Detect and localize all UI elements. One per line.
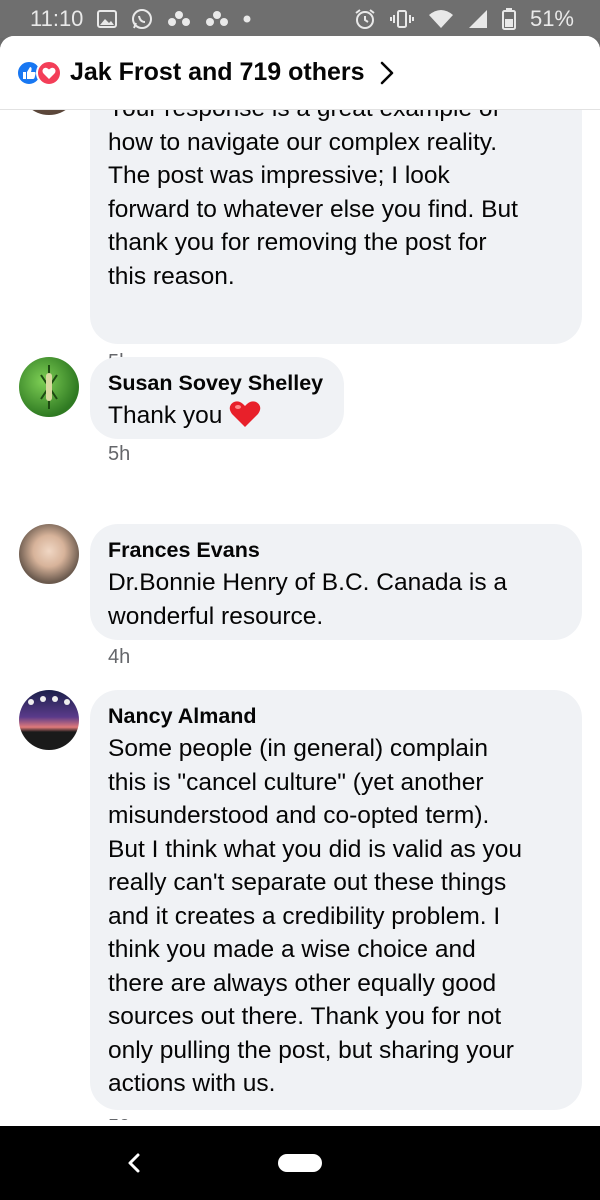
comment-bubble[interactable]: Frances Evans Dr.Bonnie Henry of B.C. Ca… xyxy=(90,524,582,640)
avatar[interactable] xyxy=(19,524,79,584)
comment-text-content: Thank you xyxy=(108,402,223,429)
avatar[interactable] xyxy=(19,357,79,417)
alarm-icon xyxy=(354,8,376,30)
signal-icon xyxy=(468,9,488,29)
vibrate-icon xyxy=(389,9,414,29)
dots-icon xyxy=(205,11,229,27)
reaction-icons xyxy=(16,59,62,86)
back-chevron-icon[interactable] xyxy=(124,1148,144,1178)
comment-text: Some people (in general) complain this i… xyxy=(108,735,522,1097)
comment-text: Dr.Bonnie Henry of B.C. Canada is a wond… xyxy=(108,569,508,630)
comment-author[interactable]: Frances Evans xyxy=(108,534,564,566)
battery-percent: 51% xyxy=(529,6,574,31)
reactions-header[interactable]: Jak Frost and 719 others xyxy=(0,36,600,110)
comment-text: Thank you xyxy=(108,399,326,438)
chevron-right-icon xyxy=(379,60,395,86)
reactions-sheet: Jak Frost and 719 others Your response i… xyxy=(0,36,600,1126)
comment-thread[interactable]: Your response is a great example of how … xyxy=(0,110,600,1120)
reactions-summary: Jak Frost and 719 others xyxy=(70,58,365,86)
dot-icon xyxy=(243,15,251,23)
dots-icon xyxy=(167,11,191,27)
comment-bubble[interactable]: Susan Sovey Shelley Thank you xyxy=(90,357,344,439)
comment-bubble[interactable]: Nancy Almand Some people (in general) co… xyxy=(90,690,582,1110)
wifi-icon xyxy=(428,9,454,29)
comment-bubble[interactable]: Your response is a great example of how … xyxy=(90,110,582,344)
comment-author[interactable]: Susan Sovey Shelley xyxy=(108,367,326,399)
heart-emoji xyxy=(229,400,261,438)
status-bar: 11:10 51% xyxy=(0,0,600,38)
love-icon xyxy=(36,59,62,86)
comment-timestamp[interactable]: 4h xyxy=(108,646,130,669)
home-pill-icon[interactable] xyxy=(278,1154,322,1172)
comment-text: Your response is a great example of how … xyxy=(108,110,518,290)
avatar[interactable] xyxy=(19,690,79,750)
avatar[interactable] xyxy=(19,110,79,115)
gallery-icon xyxy=(97,10,118,28)
whatsapp-icon xyxy=(131,8,153,30)
comment-timestamp[interactable]: 5h xyxy=(108,443,130,466)
battery-icon xyxy=(501,8,516,30)
comment-timestamp[interactable]: 59m xyxy=(108,1116,147,1120)
comment-author[interactable]: Nancy Almand xyxy=(108,700,564,732)
status-time: 11:10 xyxy=(30,6,84,31)
system-nav-bar xyxy=(0,1126,600,1200)
